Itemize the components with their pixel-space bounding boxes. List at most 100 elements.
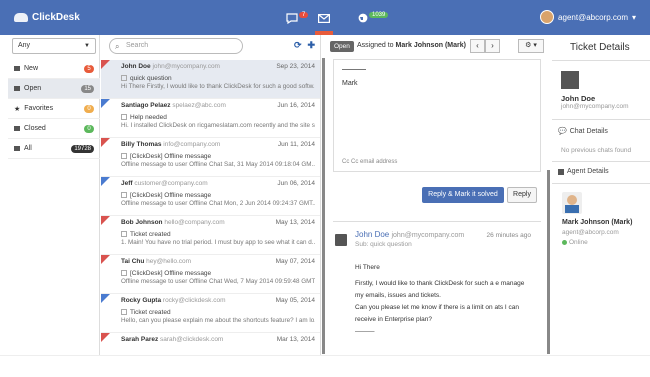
message-line: Can you please let me know if there is a…	[355, 304, 520, 311]
ticket-name: Bob Johnson	[121, 219, 163, 226]
ticket-row[interactable]: John Doe john@mycompany.com Sep 23, 2014 …	[101, 60, 320, 99]
flag-icon	[101, 60, 110, 69]
ticket-subject: quick question	[130, 74, 172, 82]
next-ticket-button[interactable]: ›	[485, 39, 500, 53]
assigned-agent[interactable]: Mark Johnson (Mark)	[396, 42, 466, 49]
filter-select[interactable]: Any ▼	[12, 38, 96, 54]
reply-editor[interactable]: Mark Cc Cc email address	[333, 59, 541, 172]
message-line: my emails, issues and tickets.	[355, 292, 441, 299]
ticket-date: May 07, 2014	[275, 258, 315, 265]
search-icon: ⌕	[115, 42, 120, 51]
ticket-name: Jeff	[121, 180, 133, 187]
prev-ticket-button[interactable]: ‹	[470, 39, 485, 53]
agent-face	[567, 195, 577, 205]
folder-count-badge: 5	[84, 64, 94, 73]
user-menu[interactable]: agent@abcorp.com ▾	[540, 10, 636, 24]
assigned-to: Assigned to Mark Johnson (Mark)	[357, 42, 466, 49]
ticket-preview: Hello, can you please explain me about t…	[121, 317, 315, 324]
ticket-date: Jun 06, 2014	[277, 180, 315, 187]
flag-icon	[101, 138, 110, 147]
assigned-prefix: Assigned to	[357, 42, 394, 49]
chat-nav-button[interactable]: 7	[286, 11, 309, 25]
ticket-checkbox[interactable]	[121, 75, 127, 81]
message-sender: John Doe john@mycompany.com	[355, 230, 464, 239]
agent-details-header[interactable]: Agent Details	[558, 168, 609, 175]
reply-button[interactable]: Reply	[507, 187, 537, 203]
ticket-email: john@mycompany.com	[152, 63, 220, 70]
message-line: Firstly, I would like to thank ClickDesk…	[355, 280, 525, 287]
dropdown-caret-icon: ▼	[84, 43, 90, 49]
contact-icon	[335, 234, 347, 246]
ticket-checkbox[interactable]	[121, 153, 127, 159]
ticket-email: info@company.com	[163, 141, 221, 148]
flag-icon	[101, 99, 110, 108]
status-badge[interactable]: Open	[330, 41, 354, 52]
cc-field[interactable]: Cc Cc email address	[342, 159, 397, 165]
agent-icon	[558, 168, 564, 175]
folder-open[interactable]: Open 15	[8, 79, 100, 99]
ticket-checkbox[interactable]	[121, 192, 127, 198]
search-input[interactable]: ⌕ Search	[109, 38, 243, 54]
search-placeholder: Search	[126, 42, 149, 49]
folder-label: New	[24, 65, 39, 72]
ticket-row[interactable]: Jeff customer@company.com Jun 06, 2014 [C…	[101, 177, 320, 216]
agent-name: Mark Johnson (Mark)	[562, 219, 633, 226]
ticket-email: customer@company.com	[134, 180, 208, 187]
settings-button[interactable]: ⚙ ▾	[518, 39, 544, 53]
message-line: receive in Enterprise plan?	[355, 316, 432, 323]
sender-name: John Doe	[355, 230, 390, 239]
closed-folder-icon	[14, 126, 20, 131]
visitors-nav-button[interactable]: 1039	[358, 11, 389, 25]
ticket-row[interactable]: Rocky Gupta rocky@clickdesk.com May 05, 2…	[101, 294, 320, 333]
folder-all[interactable]: All 19728	[8, 139, 100, 159]
ticket-subject: Ticket created	[130, 230, 171, 238]
folder-favorites[interactable]: ★ Favorites 0	[8, 99, 100, 119]
ticket-row[interactable]: Billy Thomas info@company.com Jun 11, 201…	[101, 138, 320, 177]
agent-shirt	[565, 205, 579, 213]
divider	[552, 119, 650, 120]
ticket-pager: ‹ ›	[470, 39, 500, 53]
ticket-checkbox[interactable]	[121, 114, 127, 120]
ticket-preview: Hi. I installed ClickDesk on ricgameslat…	[121, 122, 315, 129]
ticket-checkbox[interactable]	[121, 309, 127, 315]
agent-status: Online	[562, 239, 588, 246]
add-ticket-icon[interactable]: ✚	[308, 40, 316, 51]
ticket-row[interactable]: Santiago Pelaez spelaez@abc.com Jun 16, 2…	[101, 99, 320, 138]
mail-nav-button[interactable]	[318, 11, 330, 25]
detail-scrollbar[interactable]	[547, 170, 550, 354]
chat-bubble-icon	[286, 12, 298, 24]
list-scrollbar[interactable]	[322, 58, 325, 354]
ticket-subject: [ClickDesk] Offline message	[130, 269, 212, 277]
ticket-checkbox[interactable]	[121, 231, 127, 237]
refresh-icon[interactable]: ⟳	[294, 40, 302, 51]
ticket-name: Sarah Parez	[121, 336, 159, 343]
divider	[552, 161, 650, 162]
ticket-checkbox[interactable]	[121, 270, 127, 276]
ticket-date: Sep 23, 2014	[276, 63, 315, 70]
ticket-name: Tai Chu	[121, 258, 145, 265]
ticket-row[interactable]: Sarah Parez sarah@clickdesk.com Mar 13, 2…	[101, 333, 320, 355]
visitors-count-badge: 1039	[369, 12, 389, 18]
inbox-icon	[14, 66, 20, 71]
folder-count-badge: 15	[81, 84, 94, 93]
online-dot-icon	[562, 240, 567, 245]
ticket-name: Billy Thomas	[121, 141, 162, 148]
user-email: agent@abcorp.com	[558, 12, 628, 22]
folder-new[interactable]: New 5	[8, 59, 100, 79]
folder-label: All	[24, 145, 32, 152]
ticket-preview: Hi There Firstly, I would like to thank …	[121, 83, 315, 90]
sender-email: john@mycompany.com	[391, 232, 465, 239]
agent-status-label: Online	[569, 239, 588, 246]
reply-and-solve-button[interactable]: Reply & Mark it solved	[422, 187, 504, 203]
ticket-row[interactable]: Bob Johnson hello@company.com May 13, 201…	[101, 216, 320, 255]
chat-details-header[interactable]: 💬 Chat Details	[558, 127, 608, 136]
contact-email: john@mycompany.com	[561, 103, 629, 110]
ticket-email: spelaez@abc.com	[172, 102, 226, 109]
app-logo[interactable]: ClickDesk	[14, 12, 80, 23]
ticket-row[interactable]: Tai Chu hey@hello.com May 07, 2014 [Click…	[101, 255, 320, 294]
folder-closed[interactable]: Closed 0	[8, 119, 100, 139]
folder-label: Closed	[24, 125, 46, 132]
flag-icon	[101, 294, 110, 303]
message-subject: Sub: quick question	[355, 241, 412, 248]
ticket-details-sidebar: Ticket Details John Doe john@mycompany.c…	[552, 35, 650, 355]
